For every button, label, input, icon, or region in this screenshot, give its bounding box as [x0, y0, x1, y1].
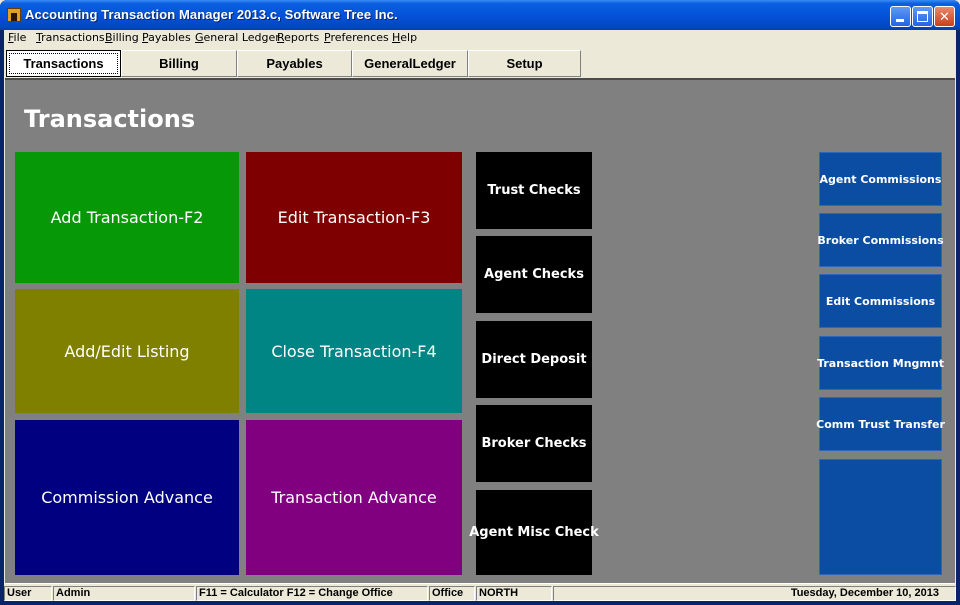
- agent-commissions-button[interactable]: Agent Commissions: [819, 152, 942, 206]
- minimize-button[interactable]: [890, 6, 911, 27]
- tab-general-ledger[interactable]: GeneralLedger: [352, 50, 468, 77]
- menu-general-ledger[interactable]: General Ledger: [195, 31, 280, 44]
- title-bar[interactable]: Accounting Transaction Manager 2013.c, S…: [0, 0, 960, 30]
- menu-payables[interactable]: Payables: [142, 31, 191, 44]
- agent-misc-check-button[interactable]: Agent Misc Check: [469, 490, 599, 575]
- edit-transaction-button[interactable]: Edit Transaction-F3: [246, 152, 462, 283]
- status-user-value: Admin: [53, 586, 195, 601]
- close-transaction-button[interactable]: Close Transaction-F4: [246, 289, 462, 413]
- direct-deposit-button[interactable]: Direct Deposit: [476, 321, 592, 398]
- menu-bar: File Transactions Billing Payables Gener…: [4, 30, 956, 46]
- tab-billing[interactable]: Billing: [121, 50, 237, 77]
- tab-transactions[interactable]: Transactions: [6, 50, 121, 77]
- menu-billing[interactable]: Billing: [105, 31, 139, 44]
- add-edit-listing-button[interactable]: Add/Edit Listing: [15, 289, 239, 413]
- commission-advance-button[interactable]: Commission Advance: [15, 420, 239, 575]
- tab-setup[interactable]: Setup: [468, 50, 581, 77]
- menu-preferences[interactable]: Preferences: [324, 31, 389, 44]
- transaction-mngmnt-button[interactable]: Transaction Mngmnt: [817, 336, 944, 390]
- minimize-icon: [896, 19, 904, 22]
- close-icon: ✕: [939, 9, 950, 24]
- broker-checks-button[interactable]: Broker Checks: [476, 405, 592, 482]
- status-bar: User Admin F11 = Calculator F12 = Change…: [4, 583, 956, 601]
- maximize-button[interactable]: [912, 6, 933, 27]
- client-area: File Transactions Billing Payables Gener…: [4, 30, 956, 601]
- transaction-advance-button[interactable]: Transaction Advance: [246, 420, 462, 575]
- status-date: Tuesday, December 10, 2013: [553, 586, 956, 601]
- menu-help[interactable]: Help: [392, 31, 417, 44]
- house-app-icon[interactable]: [7, 8, 21, 22]
- status-user-label: User: [4, 586, 52, 601]
- app-window: Accounting Transaction Manager 2013.c, S…: [0, 0, 960, 605]
- tab-strip: Transactions Billing Payables GeneralLed…: [4, 48, 956, 78]
- status-shortcuts: F11 = Calculator F12 = Change Office: [196, 586, 428, 601]
- trust-checks-button[interactable]: Trust Checks: [476, 152, 592, 229]
- tab-payables[interactable]: Payables: [237, 50, 352, 77]
- page-title: Transactions: [24, 105, 196, 133]
- status-office-label: Office: [429, 586, 475, 601]
- menu-reports[interactable]: Reports: [277, 31, 319, 44]
- blank-side-button[interactable]: [819, 459, 942, 575]
- agent-checks-button[interactable]: Agent Checks: [476, 236, 592, 313]
- maximize-icon: [917, 11, 928, 22]
- menu-transactions[interactable]: Transactions: [36, 31, 105, 44]
- close-button[interactable]: ✕: [934, 6, 955, 27]
- broker-commissions-button[interactable]: Broker Commissions: [817, 213, 944, 267]
- menu-file[interactable]: File: [8, 31, 26, 44]
- add-transaction-button[interactable]: Add Transaction-F2: [15, 152, 239, 283]
- status-office-value: NORTH: [476, 586, 552, 601]
- comm-trust-transfer-button[interactable]: Comm Trust Transfer: [816, 397, 945, 451]
- transactions-panel: Transactions Add Transaction-F2 Edit Tra…: [5, 78, 955, 583]
- window-title: Accounting Transaction Manager 2013.c, S…: [25, 7, 398, 22]
- edit-commissions-button[interactable]: Edit Commissions: [819, 274, 942, 328]
